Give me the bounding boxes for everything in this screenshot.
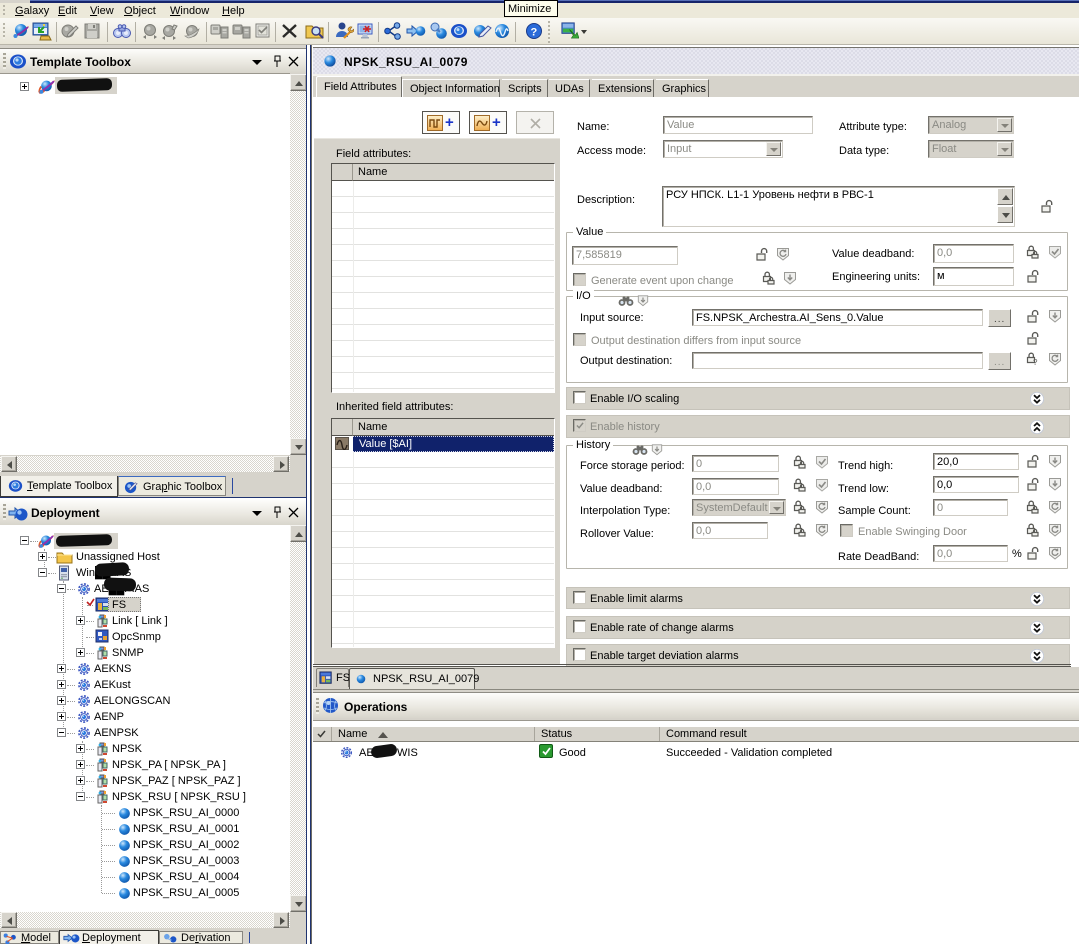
svg-text:?: ?	[531, 27, 538, 39]
